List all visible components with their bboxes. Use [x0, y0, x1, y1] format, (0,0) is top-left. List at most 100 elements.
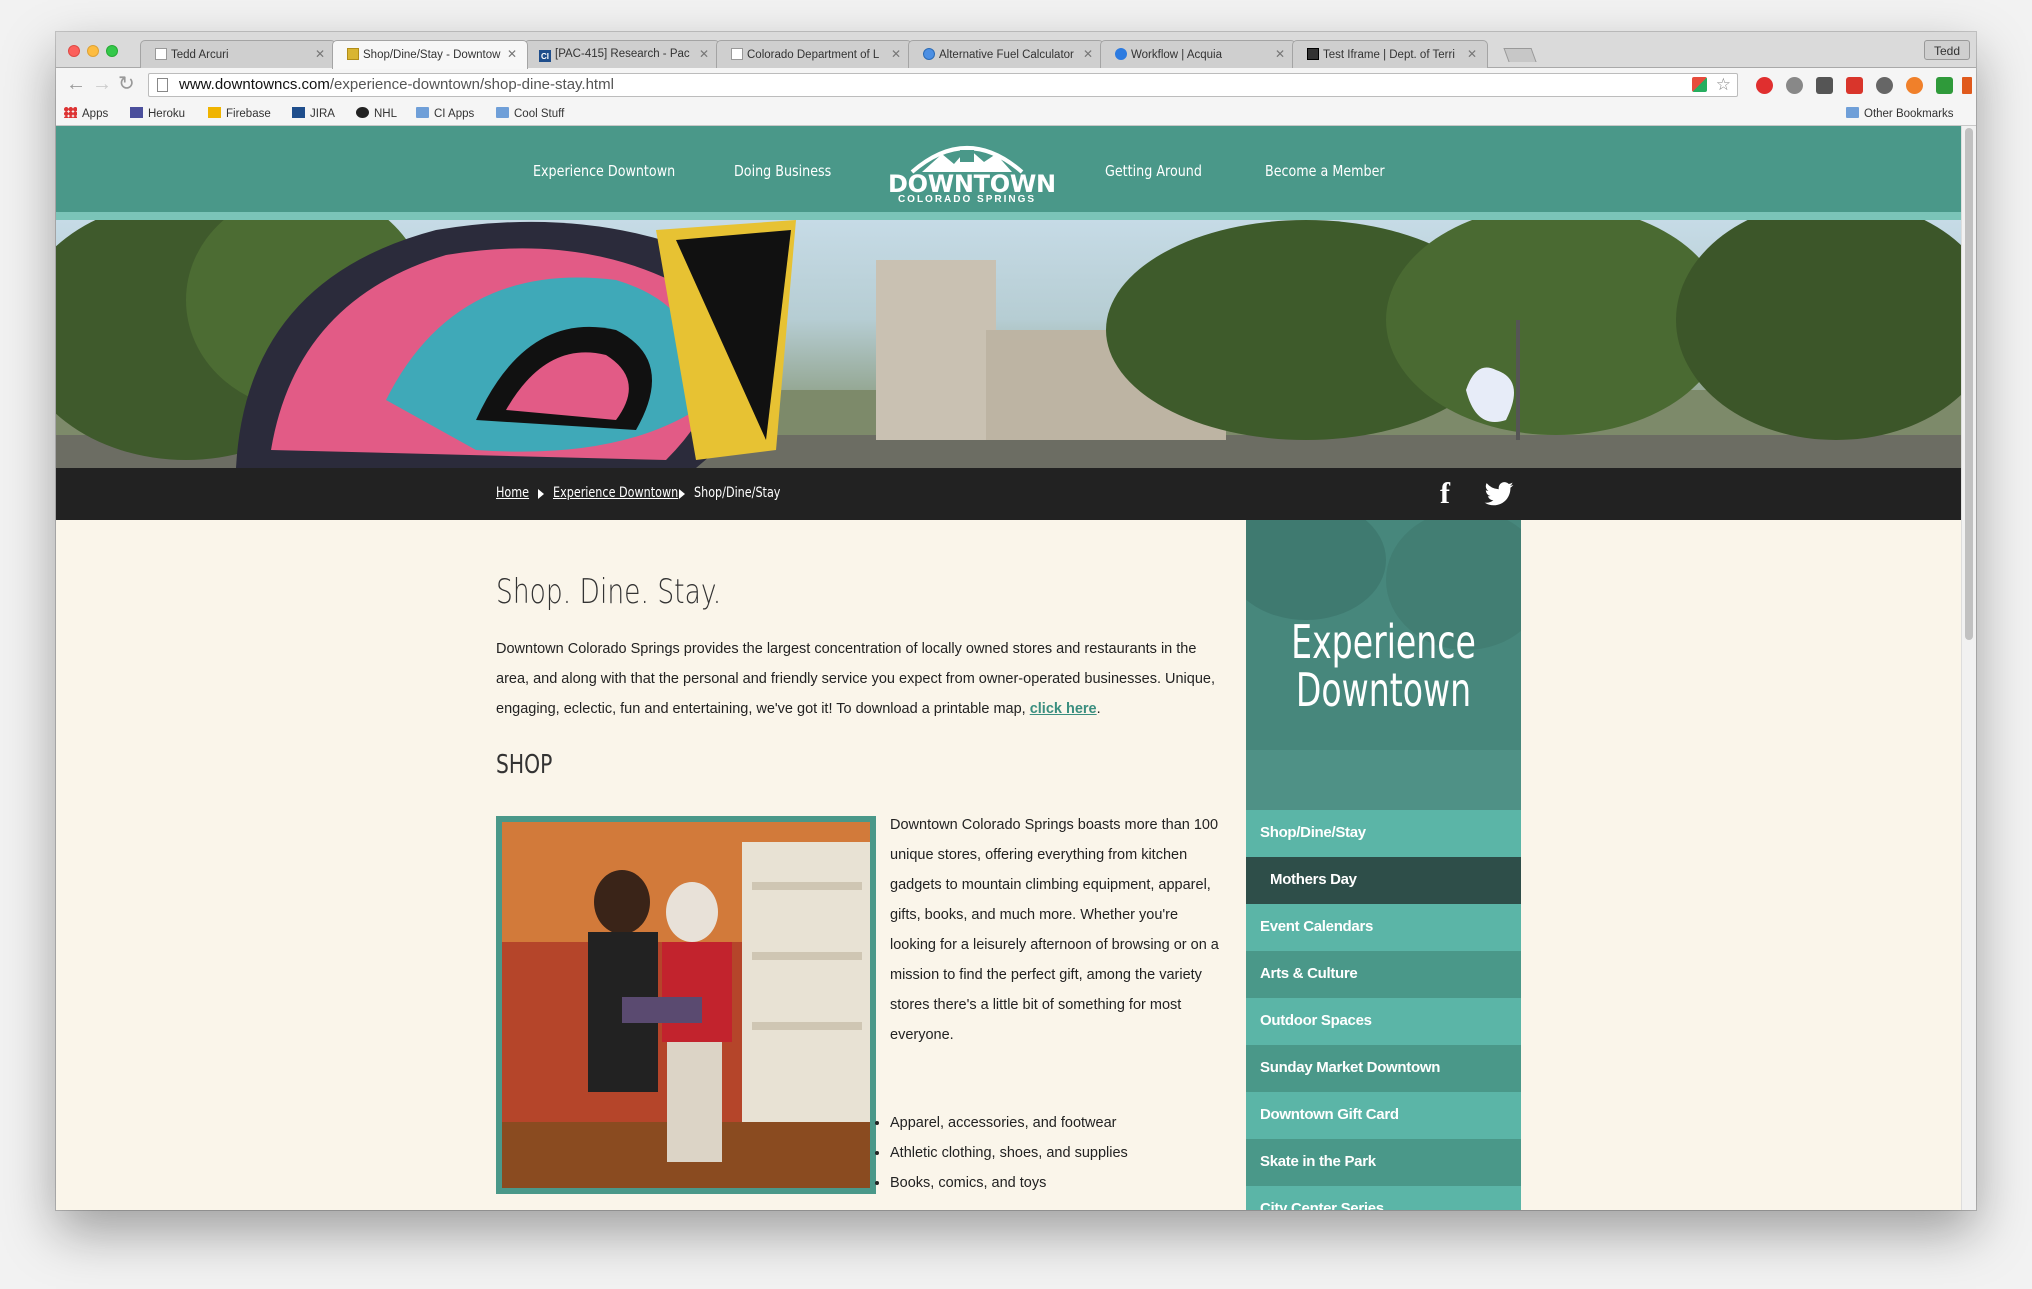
shop-category-list: Apparel, accessories, and footwear Athle…	[890, 1108, 1220, 1198]
nav-doing-business[interactable]: Doing Business	[734, 162, 831, 180]
list-item: Books, comics, and toys	[890, 1168, 1220, 1198]
sidebar: Experience Downtown Shop/Dine/Stay Mothe…	[1246, 520, 1521, 1210]
list-item: Athletic clothing, shoes, and supplies	[890, 1138, 1220, 1168]
close-tab-icon[interactable]: ✕	[891, 47, 901, 61]
menu-icon[interactable]	[1962, 77, 1972, 94]
sidebar-item-sunday-market[interactable]: Sunday Market Downtown	[1246, 1045, 1521, 1092]
section-heading-shop: SHOP	[496, 750, 553, 780]
shop-paragraph: Downtown Colorado Springs boasts more th…	[890, 817, 1219, 1043]
sidebar-item-gift-card[interactable]: Downtown Gift Card	[1246, 1092, 1521, 1139]
reload-icon[interactable]: ↻	[118, 74, 135, 94]
bookmark-heroku[interactable]: Heroku	[130, 107, 185, 120]
bookmark-ci-apps[interactable]: CI Apps	[416, 107, 474, 120]
butterfly-sculpture-photo	[56, 220, 1961, 468]
downtown-logo[interactable]: DOWNTOWN COLORADO SPRINGS	[888, 134, 1056, 210]
browser-tab[interactable]: Alternative Fuel Calculator ✕	[908, 40, 1104, 68]
bookmark-cool-stuff[interactable]: Cool Stuff	[496, 107, 564, 120]
sidebar-item-arts-culture[interactable]: Arts & Culture	[1246, 951, 1521, 998]
sidebar-item-mothers-day[interactable]: Mothers Day	[1246, 857, 1521, 904]
web-page: Experience Downtown Doing Business DOWNT…	[56, 126, 1961, 1210]
forward-arrow-icon[interactable]: →	[92, 74, 112, 94]
bookmark-jira[interactable]: JIRA	[292, 107, 335, 120]
address-bar[interactable]: www.downtowncs.com/experience-downtown/s…	[148, 73, 1738, 97]
fire-icon[interactable]	[1906, 77, 1923, 94]
browser-toolbar: ← → ↻ www.downtowncs.com/experience-down…	[56, 68, 1976, 102]
twitter-icon[interactable]	[1484, 482, 1514, 506]
breadcrumb-current: Shop/Dine/Stay	[694, 485, 781, 501]
sidebar-title-line2: Downtown	[1295, 663, 1472, 717]
extension-icon[interactable]	[1692, 77, 1707, 92]
minimize-window-button[interactable]	[87, 45, 99, 57]
bookmarks-bar: Apps Heroku Firebase JIRA NHL CI Apps Co…	[56, 102, 1976, 126]
page-icon	[155, 48, 167, 60]
cors-icon[interactable]	[1846, 77, 1863, 94]
page-scrollbar[interactable]	[1961, 126, 1976, 1210]
logo-subtitle: COLORADO SPRINGS	[897, 194, 1037, 205]
bookmark-icon	[1307, 48, 1319, 60]
chevron-right-icon	[679, 489, 685, 499]
firebase-icon	[208, 107, 221, 118]
nav-getting-around[interactable]: Getting Around	[1105, 162, 1202, 180]
page-icon	[731, 48, 743, 60]
heroku-icon	[130, 107, 143, 118]
ci-icon	[292, 107, 305, 118]
browser-tab[interactable]: Test Iframe | Dept. of Terri ✕	[1292, 40, 1488, 68]
bookmark-firebase[interactable]: Firebase	[208, 107, 271, 120]
close-tab-icon[interactable]: ✕	[507, 47, 517, 61]
sidebar-title-line1: Experience	[1291, 615, 1476, 669]
pocket-icon[interactable]	[1816, 77, 1833, 94]
sidebar-item-shop-dine-stay[interactable]: Shop/Dine/Stay	[1246, 810, 1521, 857]
main-content: Shop. Dine. Stay. Downtown Colorado Spri…	[56, 520, 1961, 1210]
close-tab-icon[interactable]: ✕	[699, 47, 709, 61]
mountain-arch-icon	[910, 146, 1024, 174]
close-tab-icon[interactable]: ✕	[1083, 47, 1093, 61]
tab-strip: Tedd Arcuri ✕ Shop/Dine/Stay - Downtow ✕…	[56, 32, 1976, 69]
browser-tab[interactable]: Tedd Arcuri ✕	[140, 40, 336, 68]
browser-tab[interactable]: Colorado Department of L ✕	[716, 40, 912, 68]
nhl-icon	[356, 107, 369, 118]
bookmark-nhl[interactable]: NHL	[356, 107, 397, 120]
nav-become-member[interactable]: Become a Member	[1265, 162, 1385, 180]
opera-icon[interactable]	[1756, 77, 1773, 94]
sidebar-item-city-center-series[interactable]: City Center Series	[1246, 1186, 1521, 1210]
close-tab-icon[interactable]: ✕	[1467, 47, 1477, 61]
intro-paragraph: Downtown Colorado Springs provides the l…	[496, 641, 1215, 717]
breadcrumb-home[interactable]: Home	[496, 485, 529, 501]
breadcrumb-experience-downtown[interactable]: Experience Downtown	[553, 485, 678, 501]
close-tab-icon[interactable]: ✕	[1275, 47, 1285, 61]
sidebar-item-outdoor-spaces[interactable]: Outdoor Spaces	[1246, 998, 1521, 1045]
gear-icon[interactable]	[1876, 77, 1893, 94]
sidebar-item-event-calendars[interactable]: Event Calendars	[1246, 904, 1521, 951]
bw-icon[interactable]	[1936, 77, 1953, 94]
profile-button[interactable]: Tedd	[1923, 40, 1970, 60]
zoom-window-button[interactable]	[106, 45, 118, 57]
page-title: Shop. Dine. Stay.	[496, 572, 722, 612]
sidebar-item-skate-in-park[interactable]: Skate in the Park	[1246, 1139, 1521, 1186]
shoppers-photo	[502, 822, 870, 1188]
downtown-icon	[347, 48, 359, 60]
other-bookmarks[interactable]: Other Bookmarks	[1846, 107, 1953, 120]
new-tab-button[interactable]	[1503, 48, 1537, 62]
browser-tab[interactable]: CI [PAC-415] Research - Pac ✕	[524, 40, 720, 68]
close-window-button[interactable]	[68, 45, 80, 57]
folder-icon	[496, 107, 509, 118]
browser-tab[interactable]: Workflow | Acquia ✕	[1100, 40, 1296, 68]
folder-icon	[1846, 107, 1859, 118]
ci-icon: CI	[539, 50, 551, 62]
site-header: Experience Downtown Doing Business DOWNT…	[56, 126, 1961, 212]
bookmark-apps[interactable]: Apps	[64, 107, 108, 120]
bug-icon[interactable]	[1786, 77, 1803, 94]
facebook-icon[interactable]: f	[1440, 479, 1450, 509]
browser-window: Tedd Arcuri ✕ Shop/Dine/Stay - Downtow ✕…	[56, 32, 1976, 1210]
browser-tab-active[interactable]: Shop/Dine/Stay - Downtow ✕	[332, 40, 528, 69]
list-item: Apparel, accessories, and footwear	[890, 1108, 1220, 1138]
folder-icon	[416, 107, 429, 118]
sidebar-header: Experience Downtown	[1246, 520, 1521, 810]
scrollbar-thumb[interactable]	[1965, 128, 1973, 640]
printable-map-link[interactable]: click here	[1030, 701, 1097, 717]
nav-experience-downtown[interactable]: Experience Downtown	[533, 162, 675, 180]
close-tab-icon[interactable]: ✕	[315, 47, 325, 61]
back-arrow-icon[interactable]: ←	[66, 74, 86, 94]
star-icon[interactable]: ☆	[1716, 75, 1731, 95]
chevron-right-icon	[538, 489, 544, 499]
